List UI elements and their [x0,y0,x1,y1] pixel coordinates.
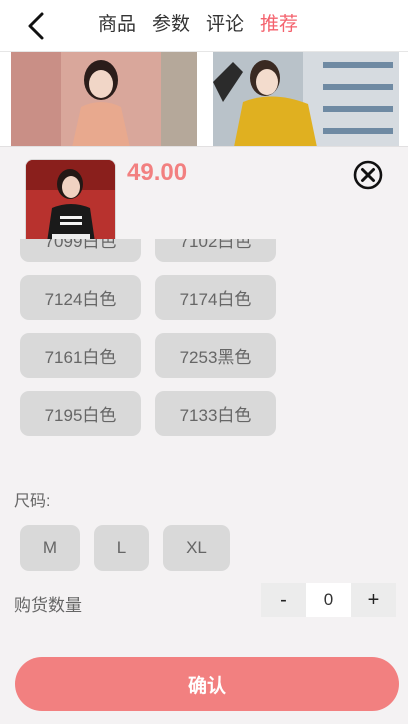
color-option[interactable]: 7099白色 [20,239,141,262]
color-option[interactable]: 7174白色 [155,275,276,320]
size-option-m[interactable]: M [20,525,80,571]
product-price: 49.00 [127,159,188,186]
quantity-label: 购货数量 [14,596,82,615]
sku-selector-sheet: 49.00 7099白色 7102白色 7124白色 7174白色 7161白色… [0,146,408,724]
size-option-l[interactable]: L [94,525,149,571]
color-option[interactable]: 7133白色 [155,391,276,436]
tab-recommend[interactable]: 推荐 [260,12,298,38]
tab-reviews[interactable]: 评论 [206,12,244,38]
decrement-button[interactable]: - [261,583,306,617]
size-label: 尺码: [14,493,51,510]
close-circle-icon[interactable] [352,159,384,191]
top-nav-bar: 商品 参数 评论 推荐 [0,0,408,52]
tab-bar: 商品 参数 评论 推荐 [98,12,298,38]
tab-goods[interactable]: 商品 [98,12,136,38]
color-option-list[interactable]: 7099白色 7102白色 7124白色 7174白色 7161白色 7253黑… [0,239,408,479]
product-photo-pink[interactable] [11,52,197,152]
color-option[interactable]: 7195白色 [20,391,141,436]
quantity-stepper: - + [261,583,396,617]
color-option[interactable]: 7102白色 [155,239,276,262]
chevron-left-icon[interactable] [22,10,54,42]
color-option[interactable]: 7253黑色 [155,333,276,378]
product-thumbnail [25,159,116,248]
color-option[interactable]: 7161白色 [20,333,141,378]
increment-button[interactable]: + [351,583,396,617]
size-option-list: M L XL [20,525,230,571]
product-photo-yellow[interactable] [213,52,399,152]
quantity-input[interactable] [306,583,351,617]
confirm-button[interactable]: 确认 [15,657,399,711]
color-option[interactable]: 7124白色 [20,275,141,320]
size-option-xl[interactable]: XL [163,525,230,571]
recommend-photos [0,52,408,152]
tab-params[interactable]: 参数 [152,12,190,38]
